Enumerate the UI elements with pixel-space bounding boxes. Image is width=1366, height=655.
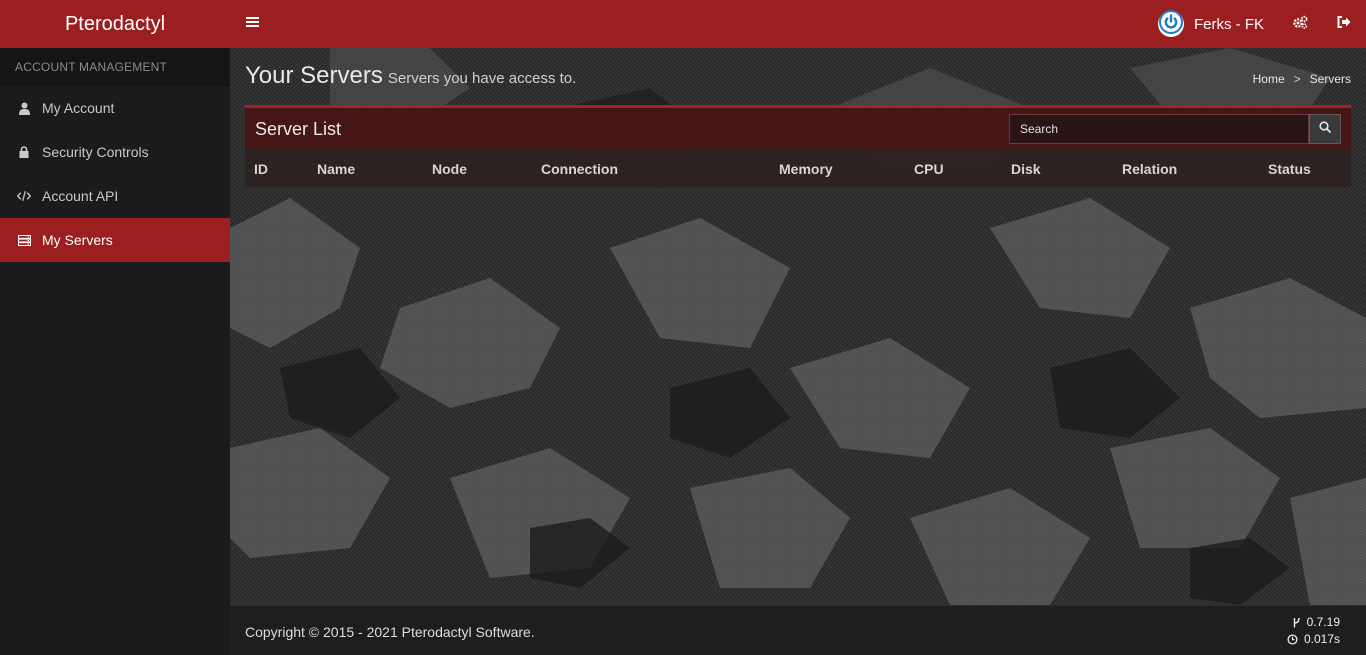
user-menu[interactable]: Ferks - FK [1144, 0, 1278, 48]
brand-logo[interactable]: Pterodactyl [0, 0, 230, 48]
page-title: Your Servers [245, 62, 383, 89]
render-time-info: 0.017s [1287, 632, 1340, 646]
code-fork-icon [1293, 617, 1301, 628]
breadcrumb-home[interactable]: Home [1253, 72, 1285, 86]
sidebar-item-my-account[interactable]: My Account [0, 86, 230, 130]
sidebar: ACCOUNT MANAGEMENT My Account Security C… [0, 48, 230, 655]
sidebar-section-label: ACCOUNT MANAGEMENT [0, 48, 230, 86]
search-button[interactable] [1309, 114, 1341, 144]
column-header-node[interactable]: Node [432, 161, 467, 177]
lock-icon [17, 145, 31, 159]
column-header-status[interactable]: Status [1268, 161, 1311, 177]
clock-icon [1287, 633, 1298, 645]
breadcrumb: Home > Servers [1253, 72, 1351, 86]
column-header-cpu[interactable]: CPU [914, 161, 944, 177]
column-header-id[interactable]: ID [254, 161, 268, 177]
render-time-text: 0.017s [1303, 632, 1340, 646]
sidebar-item-my-servers[interactable]: My Servers [0, 218, 230, 262]
version-info: 0.7.19 [1293, 615, 1340, 629]
column-header-connection[interactable]: Connection [541, 161, 618, 177]
code-icon [17, 189, 31, 203]
user-icon [17, 101, 31, 115]
admin-settings-button[interactable] [1278, 0, 1322, 48]
column-header-name[interactable]: Name [317, 161, 355, 177]
avatar [1158, 9, 1184, 39]
search-group [1009, 114, 1341, 144]
server-icon [17, 233, 31, 247]
version-text: 0.7.19 [1306, 615, 1340, 629]
breadcrumb-servers: Servers [1309, 72, 1351, 86]
column-header-disk[interactable]: Disk [1011, 161, 1041, 177]
copyright-text: Copyright © 2015 - 2021 Pterodactyl Soft… [245, 624, 535, 640]
sidebar-item-account-api[interactable]: Account API [0, 174, 230, 218]
server-list-box: Server List Search ID Name Node Connecti… [245, 105, 1351, 187]
app-root: Pterodactyl Ferks - FK ACCOUNT MANAGEMEN… [0, 0, 1366, 655]
breadcrumb-separator: > [1293, 72, 1301, 86]
server-list-title: Server List [255, 118, 342, 139]
sidebar-item-security-controls[interactable]: Security Controls [0, 130, 230, 174]
column-header-memory[interactable]: Memory [779, 161, 833, 177]
gears-icon [1292, 15, 1308, 34]
sidebar-toggle-button[interactable] [230, 0, 274, 48]
search-input[interactable] [1009, 114, 1309, 144]
column-header-relation[interactable]: Relation [1122, 161, 1177, 177]
search-icon [1319, 120, 1331, 138]
hamburger-icon [245, 15, 259, 33]
sidebar-item-label: My Servers [42, 232, 113, 248]
top-header: Pterodactyl Ferks - FK [0, 0, 1366, 48]
main-content: Your Servers Servers you have access to.… [230, 48, 1366, 605]
power-icon [1159, 9, 1183, 39]
sidebar-item-label: My Account [42, 100, 115, 116]
logout-button[interactable] [1322, 0, 1366, 48]
sidebar-item-label: Security Controls [42, 144, 149, 160]
sign-out-icon [1337, 15, 1351, 33]
sidebar-item-label: Account API [42, 188, 119, 204]
footer: Copyright © 2015 - 2021 Pterodactyl Soft… [230, 605, 1366, 655]
page-header: Your Servers Servers you have access to.… [245, 62, 1351, 92]
page-subtitle: Servers you have access to. [387, 70, 577, 87]
header-right: Ferks - FK [1144, 0, 1366, 48]
user-name: Ferks - FK [1194, 15, 1264, 33]
table-header-row: ID Name Node Connection Memory CPU Disk … [245, 150, 1351, 187]
server-list-header: Server List [245, 108, 1351, 150]
